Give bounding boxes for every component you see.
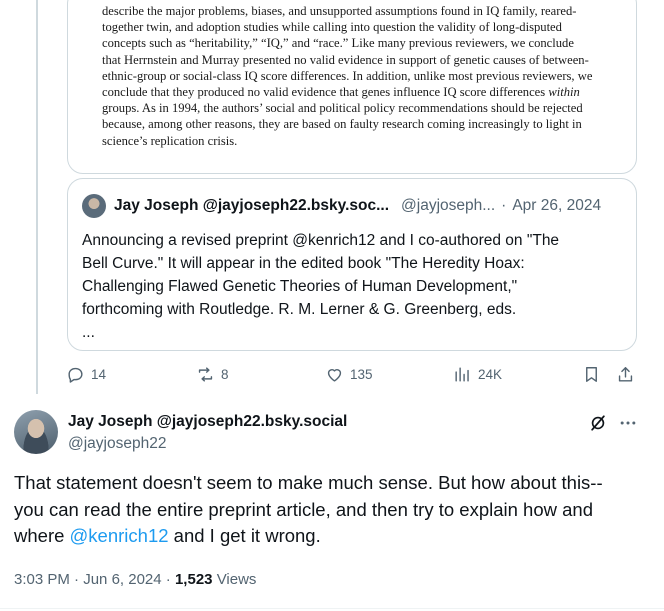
action-bar: 14 8 135 24K xyxy=(0,362,664,390)
quoted-text-line: ... xyxy=(82,324,95,341)
post-text-line: you can read the entire preprint article… xyxy=(14,498,593,520)
separator-dot: · xyxy=(501,197,507,214)
paper-line: groups. As in 1994, the authors’ social … xyxy=(102,101,583,116)
post-date[interactable]: Jun 6, 2024 xyxy=(83,571,161,588)
paper-line: concepts such as “heritability,” “IQ,” a… xyxy=(102,36,574,51)
thread-connector-line xyxy=(36,0,38,394)
views-icon xyxy=(455,367,469,382)
post-text-segment: and I get it wrong. xyxy=(168,525,321,546)
post-views-count: 1,523 xyxy=(174,571,213,588)
quoted-author-avatar[interactable] xyxy=(82,194,106,218)
separator-dot: · xyxy=(74,571,80,588)
author-avatar[interactable] xyxy=(14,410,58,454)
mention-link[interactable]: @kenrich12 xyxy=(70,525,169,546)
bookmark-button[interactable] xyxy=(582,365,607,384)
repost-button[interactable]: 8 xyxy=(196,365,229,384)
post-text-line: where @kenrich12 and I get it wrong. xyxy=(14,523,654,550)
reply-icon xyxy=(68,367,83,383)
reply-button[interactable]: 14 xyxy=(66,365,106,384)
paper-line-with-italic: conclude that they produced no valid evi… xyxy=(102,84,636,100)
more-options-button[interactable] xyxy=(618,413,638,438)
post-text-line: That statement doesn't seem to make much… xyxy=(14,472,603,493)
quoted-text-line: Challenging Flawed Genetic Theories of H… xyxy=(82,278,518,295)
quoted-text-line: Announcing a revised preprint @kenrich12… xyxy=(82,232,560,249)
quoted-post-text: Announcing a revised preprint @kenrich12… xyxy=(82,229,622,344)
paper-line: describe the major problems, biases, and… xyxy=(102,4,577,18)
quoted-author-handle[interactable]: @jayjoseph... xyxy=(401,197,495,215)
author-handle[interactable]: @jayjoseph22 xyxy=(68,435,166,453)
divider xyxy=(0,608,664,609)
share-icon xyxy=(618,367,633,382)
post-time[interactable]: 3:03 PM xyxy=(14,571,70,588)
author-name[interactable]: Jay Joseph @jayjoseph22.bsky.social xyxy=(68,413,347,431)
quoted-text-line: forthcoming with Routledge. R. M. Lerner… xyxy=(82,301,517,318)
share-button[interactable] xyxy=(616,365,641,384)
paper-italic-word: within xyxy=(548,85,580,100)
paper-line: science’s replication crisis. xyxy=(102,133,238,148)
more-icon xyxy=(620,421,636,425)
quoted-author-name[interactable]: Jay Joseph @jayjoseph22.bsky.soc... xyxy=(114,197,389,215)
quoted-post-date[interactable]: Apr 26, 2024 xyxy=(512,197,601,215)
paper-line: together twin, and adoption studies whil… xyxy=(102,20,562,35)
separator-dot: · xyxy=(165,571,171,588)
like-button[interactable]: 135 xyxy=(325,365,373,384)
quoted-text-line: Bell Curve." It will appear in the edite… xyxy=(82,255,525,272)
post-text-segment: where xyxy=(14,525,70,546)
paper-line: conclude that they produced no valid evi… xyxy=(102,85,546,100)
reply-count: 14 xyxy=(91,367,107,382)
paper-abstract-image: describe the major problems, biases, and… xyxy=(102,3,636,149)
repost-count: 8 xyxy=(221,367,229,382)
post-metadata: 3:03 PM · Jun 6, 2024 · 1,523 Views xyxy=(14,571,256,588)
views-button[interactable]: 24K xyxy=(453,365,502,384)
grok-button[interactable] xyxy=(588,413,608,438)
repost-icon xyxy=(198,367,213,382)
embedded-image-card[interactable]: describe the major problems, biases, and… xyxy=(67,0,637,174)
views-count: 24K xyxy=(478,367,503,382)
grok-icon xyxy=(591,415,605,431)
paper-line: because, among other reasons, they are b… xyxy=(102,117,582,132)
paper-line: that Herrnstein and Murray presented no … xyxy=(102,52,589,67)
post-views-label: Views xyxy=(216,571,257,588)
paper-line: ethnic-group or social-class IQ score di… xyxy=(102,68,593,83)
like-icon xyxy=(327,369,342,382)
like-count: 135 xyxy=(350,367,373,382)
post-text: That statement doesn't seem to make much… xyxy=(14,470,654,550)
quoted-post-card[interactable]: Jay Joseph @jayjoseph22.bsky.soc... @jay… xyxy=(67,178,637,351)
quoted-post-header: Jay Joseph @jayjoseph22.bsky.soc... @jay… xyxy=(82,194,601,218)
bookmark-icon xyxy=(586,367,597,382)
